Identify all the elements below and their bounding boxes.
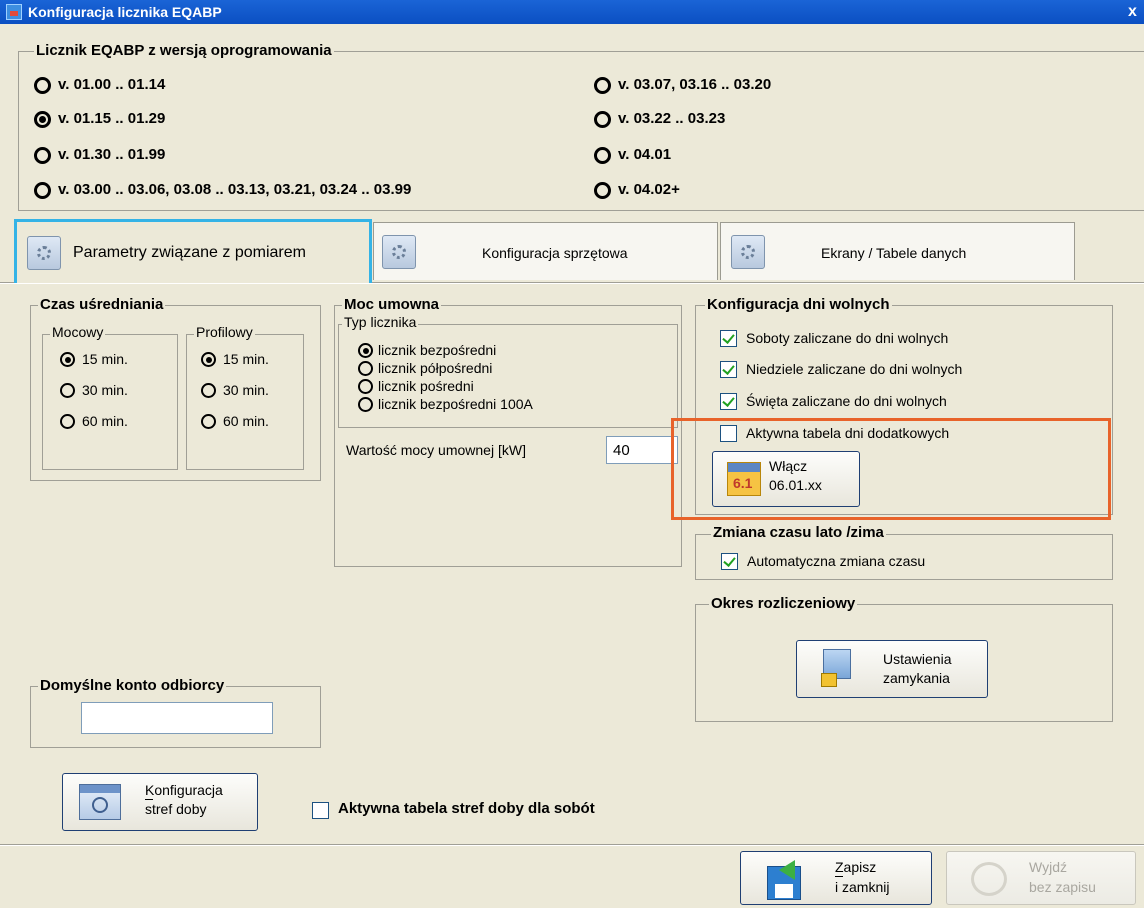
version-label-2: v. 01.30 .. 01.99 <box>58 146 166 163</box>
tab-hardware[interactable]: Konfiguracja sprzętowa <box>373 222 718 280</box>
clock-icon <box>79 784 121 820</box>
dialog-window: Konfiguracja licznika EQABP x Licznik EQ… <box>0 0 1144 908</box>
mocowy-label-0: 15 min. <box>82 351 128 367</box>
tab-screens[interactable]: Ekrany / Tabele danych <box>720 222 1075 280</box>
version-radio-3[interactable] <box>34 182 51 199</box>
default-account-title: Domyślne konto odbiorcy <box>38 677 227 694</box>
tab-label: Konfiguracja sprzętowa <box>482 245 628 261</box>
profilowy-label-2: 60 min. <box>223 413 269 429</box>
meter-type-radio-3[interactable] <box>358 397 373 412</box>
version-label-0: v. 01.00 .. 01.14 <box>58 76 166 93</box>
meter-type-group <box>338 324 678 428</box>
version-radio-5[interactable] <box>594 111 611 128</box>
version-label-3: v. 03.00 .. 03.06, 03.08 .. 03.13, 03.21… <box>58 181 412 198</box>
profilowy-label-0: 15 min. <box>223 351 269 367</box>
meter-type-label-3: licznik bezpośredni 100A <box>378 396 533 412</box>
version-group-title: Licznik EQABP z wersją oprogramowania <box>34 42 334 59</box>
gear-icon <box>731 235 765 269</box>
mocowy-label-2: 60 min. <box>82 413 128 429</box>
version-radio-7[interactable] <box>594 182 611 199</box>
gear-icon <box>382 235 416 269</box>
closing-button-line1: Ustawienia <box>883 651 952 667</box>
meter-type-title: Typ licznika <box>342 314 419 330</box>
exit-no-save-button[interactable]: Wyjdź bez zapisu <box>946 851 1136 905</box>
tab-label: Ekrany / Tabele danych <box>821 245 967 261</box>
saturday-zones-checkbox[interactable] <box>312 802 329 819</box>
holidays-label: Święta zaliczane do dni wolnych <box>746 393 947 409</box>
mnemonic-underline <box>145 799 153 800</box>
highlight-frame <box>671 418 1111 520</box>
mocowy-radio-0[interactable] <box>60 352 75 367</box>
tab-label: Parametry związane z pomiarem <box>73 244 306 261</box>
version-radio-0[interactable] <box>34 77 51 94</box>
dst-title: Zmiana czasu lato /zima <box>711 524 886 541</box>
version-label-1: v. 01.15 .. 01.29 <box>58 110 166 127</box>
gear-icon <box>27 236 61 270</box>
save-icon <box>763 858 805 900</box>
version-radio-4[interactable] <box>594 77 611 94</box>
zones-button-line1: Konfiguracja <box>145 782 223 798</box>
mnemonic-underline <box>835 876 843 877</box>
version-label-4: v. 03.07, 03.16 .. 03.20 <box>618 76 772 93</box>
save-button-line1: Zapisz <box>835 859 877 875</box>
version-label-6: v. 04.01 <box>618 146 672 163</box>
exit-button-line1: Wyjdź <box>1029 859 1067 875</box>
meter-type-radio-0[interactable] <box>358 343 373 358</box>
contract-power-value-label: Wartość mocy umownej [kW] <box>346 442 526 458</box>
contract-power-value: 40 <box>613 442 630 459</box>
contract-power-title: Moc umowna <box>342 296 442 313</box>
profilowy-title: Profilowy <box>194 324 255 340</box>
mocowy-label-1: 30 min. <box>82 382 128 398</box>
holidays-checkbox[interactable] <box>720 393 737 410</box>
meter-type-label-1: licznik półpośredni <box>378 360 493 376</box>
averaging-group-title: Czas uśredniania <box>38 296 166 313</box>
app-icon <box>6 4 22 20</box>
saturday-zones-label: Aktywna tabela stref doby dla sobót <box>338 800 595 817</box>
save-close-button[interactable]: Zapisz i zamknij <box>740 851 932 905</box>
saturdays-label: Soboty zaliczane do dni wolnych <box>746 330 949 346</box>
sundays-label: Niedziele zaliczane do dni wolnych <box>746 361 963 377</box>
zones-config-button[interactable]: Konfiguracja stref doby <box>62 773 258 831</box>
profilowy-radio-2[interactable] <box>201 414 216 429</box>
close-button[interactable]: x <box>1128 2 1144 22</box>
billing-title: Okres rozliczeniowy <box>709 595 858 612</box>
exit-button-line2: bez zapisu <box>1029 879 1096 895</box>
version-radio-2[interactable] <box>34 147 51 164</box>
profilowy-radio-0[interactable] <box>201 352 216 367</box>
profilowy-radio-1[interactable] <box>201 383 216 398</box>
zones-button-line2: stref doby <box>145 801 207 817</box>
save-button-line2: i zamknij <box>835 879 890 895</box>
title-bar[interactable]: Konfiguracja licznika EQABP x <box>0 0 1144 24</box>
footer-separator-highlight <box>0 845 1144 846</box>
meter-type-label-0: licznik bezpośredni <box>378 342 497 358</box>
version-radio-6[interactable] <box>594 147 611 164</box>
version-radio-1[interactable] <box>34 111 51 128</box>
free-days-title: Konfiguracja dni wolnych <box>705 296 892 313</box>
saturdays-checkbox[interactable] <box>720 330 737 347</box>
profilowy-label-1: 30 min. <box>223 382 269 398</box>
closing-settings-button[interactable]: Ustawienia zamykania <box>796 640 988 698</box>
window-title: Konfiguracja licznika EQABP <box>28 4 222 20</box>
sundays-checkbox[interactable] <box>720 361 737 378</box>
meter-type-radio-1[interactable] <box>358 361 373 376</box>
closing-button-line2: zamykania <box>883 670 950 686</box>
meter-type-radio-2[interactable] <box>358 379 373 394</box>
dst-label: Automatyczna zmiana czasu <box>747 553 926 569</box>
default-account-input[interactable] <box>81 702 273 734</box>
lock-icon <box>817 649 855 691</box>
mocowy-radio-1[interactable] <box>60 383 75 398</box>
version-label-5: v. 03.22 .. 03.23 <box>618 110 726 127</box>
exit-icon <box>971 862 1007 896</box>
mocowy-title: Mocowy <box>50 324 106 340</box>
tab-baseline-highlight <box>0 283 1144 284</box>
contract-power-input[interactable]: 40 <box>606 436 678 464</box>
mocowy-radio-2[interactable] <box>60 414 75 429</box>
meter-type-label-2: licznik pośredni <box>378 378 474 394</box>
tab-measurement[interactable]: Parametry związane z pomiarem <box>14 219 372 283</box>
dst-checkbox[interactable] <box>721 553 738 570</box>
version-label-7: v. 04.02+ <box>618 181 680 198</box>
